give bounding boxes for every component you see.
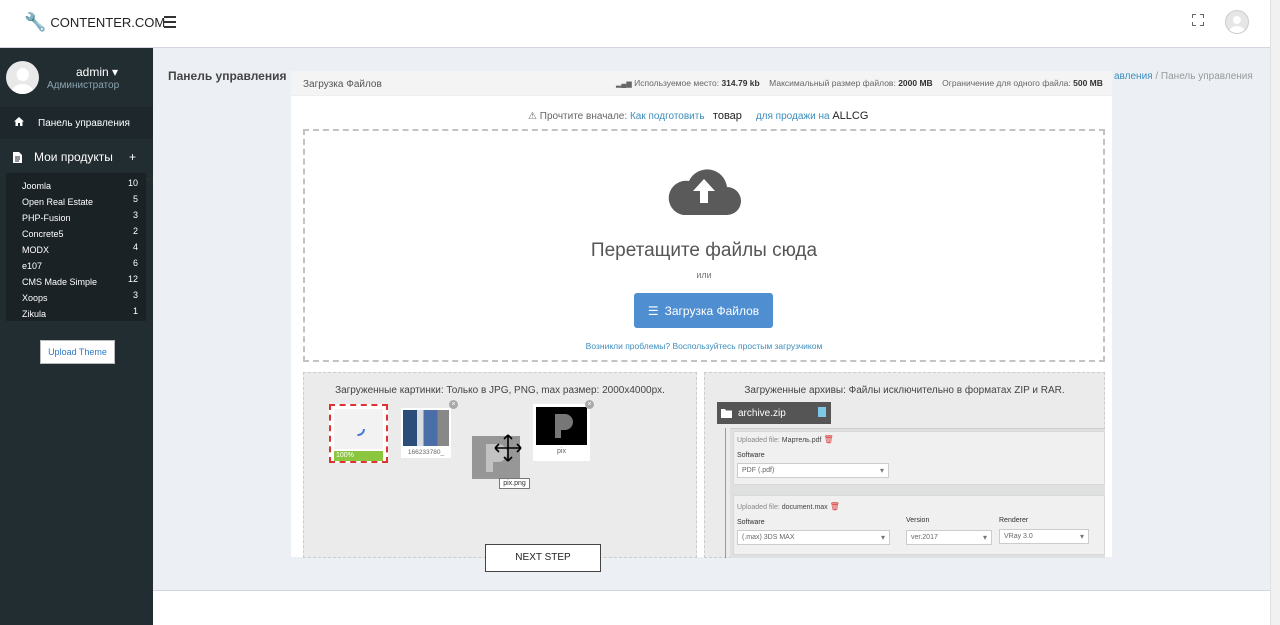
fullscreen-icon[interactable] bbox=[1192, 14, 1204, 26]
remove-image-pix-icon[interactable]: × bbox=[585, 400, 594, 409]
document-icon bbox=[13, 151, 22, 163]
brand-text: CONTENTER.COM bbox=[50, 14, 166, 30]
software-label: Software bbox=[737, 452, 765, 459]
dropzone-or: или bbox=[696, 270, 712, 280]
dropzone-title: Перетащите файлы сюда bbox=[590, 240, 818, 261]
footer bbox=[153, 590, 1270, 625]
renderer-label: Renderer bbox=[999, 517, 1029, 524]
uploaded-images-title: Загруженные картинки: Только в JPG, PNG,… bbox=[335, 385, 665, 396]
user-role: Администратор bbox=[47, 80, 120, 91]
image-thumb-pix[interactable]: pix bbox=[533, 404, 590, 461]
pix-logo bbox=[555, 414, 573, 438]
next-step-button[interactable]: NEXT STEP bbox=[485, 544, 601, 572]
warning-icon: ⚠ bbox=[528, 111, 537, 122]
product-item-joomla[interactable]: Joomla 10 bbox=[6, 178, 146, 194]
scrollbar[interactable] bbox=[1270, 0, 1280, 625]
sidebar-avatar bbox=[6, 61, 39, 94]
product-item-php-fusion[interactable]: PHP-Fusion 3 bbox=[6, 210, 146, 226]
upload-progress-bar: 100% bbox=[334, 451, 383, 461]
file-caption-pdf: Uploaded file: Мартель.pdf 🗑 bbox=[737, 435, 834, 444]
simple-uploader-link[interactable]: Возникли проблемы? Воспользуйтесь просты… bbox=[303, 341, 1105, 351]
archive-tree-line bbox=[725, 428, 726, 558]
drag-filename-tooltip: pix.png bbox=[499, 478, 530, 489]
product-item-modx[interactable]: MODX 4 bbox=[6, 242, 146, 258]
software-select-max[interactable]: (.max) 3DS MAX bbox=[737, 530, 890, 545]
upload-theme-button[interactable]: Upload Theme bbox=[40, 340, 115, 364]
notice-line: ⚠ Прочтите вначале: Как подготовить това… bbox=[528, 110, 869, 122]
cloud-upload-icon bbox=[668, 169, 741, 215]
product-item-xoops[interactable]: Xoops 3 bbox=[6, 290, 146, 306]
upload-files-button[interactable]: ☰ Загрузка Файлов bbox=[634, 293, 773, 328]
breadcrumb-current: Панель управления bbox=[1160, 71, 1253, 82]
menu-toggle-icon[interactable] bbox=[164, 16, 176, 28]
notice-link-sell[interactable]: для продажи на bbox=[756, 111, 830, 122]
trash-icon[interactable]: 🗑 bbox=[830, 502, 840, 511]
list-icon: ☰ bbox=[647, 303, 659, 318]
product-item-concrete5[interactable]: Concrete5 2 bbox=[6, 226, 146, 242]
top-navbar bbox=[0, 0, 1270, 48]
trash-icon[interactable]: 🗑 bbox=[823, 435, 833, 444]
spinner-icon bbox=[351, 422, 365, 436]
folder-icon bbox=[721, 408, 732, 418]
wrench-icon: 🔧 bbox=[24, 12, 47, 32]
panel-title: Загрузка Файлов bbox=[303, 79, 382, 90]
product-list: Joomla 10 Open Real Estate 5 PHP-Fusion 3 C… bbox=[6, 173, 146, 321]
brand-logo[interactable]: 🔧 CONTENTER.COM bbox=[24, 13, 165, 31]
sidebar-item-my-products[interactable]: Мои продукты bbox=[13, 150, 113, 164]
delete-archive-icon[interactable] bbox=[818, 407, 826, 417]
storage-stats: ▂▄▆ Используемое место: 314.79 kb Максим… bbox=[616, 78, 1103, 88]
breadcrumb-link[interactable]: авления bbox=[1114, 71, 1153, 82]
user-name-dropdown[interactable]: admin ▾ bbox=[76, 65, 118, 79]
home-icon bbox=[14, 117, 24, 126]
uploaded-archives-title: Загруженные архивы: Файлы исключительно … bbox=[744, 385, 1065, 396]
notice-link-prepare[interactable]: Как подготовить bbox=[630, 111, 705, 122]
product-item-zikula[interactable]: Zikula 1 bbox=[6, 306, 146, 322]
sidebar-item-dashboard[interactable]: Панель управления bbox=[0, 107, 153, 139]
software-select-pdf[interactable]: PDF (.pdf) bbox=[737, 463, 889, 478]
add-product-icon[interactable]: + bbox=[129, 150, 136, 164]
page-title: Панель управления bbox=[168, 69, 287, 83]
product-item-open-real-estate[interactable]: Open Real Estate 5 bbox=[6, 194, 146, 210]
version-select[interactable]: ver.2017 bbox=[906, 530, 992, 545]
image-thumb[interactable]: 166233780_ bbox=[401, 408, 451, 458]
software-label: Software bbox=[737, 519, 765, 526]
renderer-select[interactable]: VRay 3.0 bbox=[999, 529, 1089, 544]
move-cursor-icon bbox=[494, 434, 522, 462]
signal-icon: ▂▄▆ bbox=[616, 81, 632, 88]
breadcrumb: авления / Панель управления bbox=[1114, 71, 1253, 82]
remove-image-icon[interactable]: × bbox=[449, 400, 458, 409]
version-label: Version bbox=[906, 517, 930, 524]
uploading-image-thumb[interactable]: 100% bbox=[329, 404, 388, 463]
archive-item[interactable]: archive.zip bbox=[717, 402, 831, 424]
product-item-cms-made-simple[interactable]: CMS Made Simple 12 bbox=[6, 274, 146, 290]
user-avatar[interactable] bbox=[1225, 10, 1249, 34]
file-caption-max: Uploaded file: document.max 🗑 bbox=[737, 502, 840, 511]
product-item-e107[interactable]: e107 6 bbox=[6, 258, 146, 274]
